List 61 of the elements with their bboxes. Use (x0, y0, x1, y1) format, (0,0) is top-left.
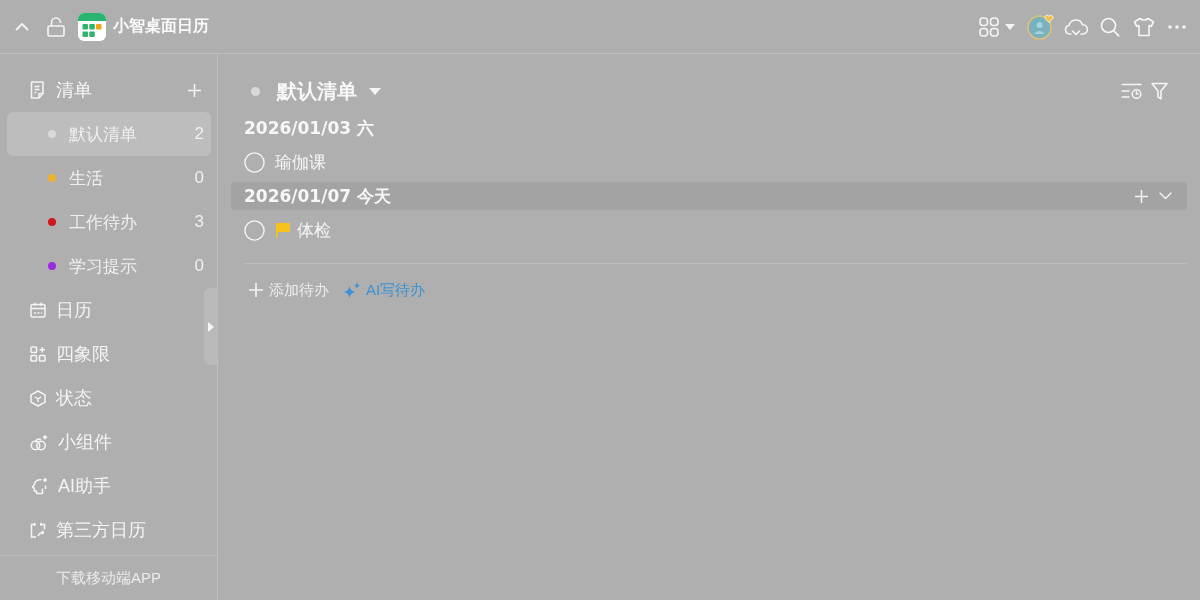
app-title: 小智桌面日历 (113, 16, 209, 36)
cube-icon (30, 389, 46, 407)
nav-item[interactable]: 状态 (7, 376, 204, 420)
list-name: 学习提示 (69, 255, 138, 278)
cloud-icon[interactable] (1064, 16, 1088, 37)
list-count: 0 (194, 256, 204, 276)
nav-label: 日历 (56, 299, 92, 322)
nav-label: 四象限 (56, 343, 110, 366)
list-count: 3 (194, 212, 204, 232)
list-item[interactable]: 工作待办 3 (7, 200, 211, 244)
calendar-icon (30, 302, 46, 318)
nav-label: 小组件 (58, 431, 112, 454)
app-logo-icon (78, 12, 106, 41)
plus-icon (249, 283, 263, 297)
date-label: 2026/01/03 六 (244, 116, 374, 140)
task-title[interactable]: 体检 (297, 218, 331, 242)
task-title[interactable]: 瑜伽课 (275, 150, 326, 174)
ai-head-icon (30, 477, 48, 495)
add-task-button[interactable]: 添加待办 (249, 280, 329, 300)
download-app-link[interactable]: 下载移动端APP (56, 568, 161, 588)
search-icon[interactable] (1100, 16, 1120, 37)
calendar-share-icon (30, 522, 46, 538)
list-item[interactable]: 学习提示 0 (7, 244, 211, 288)
sort-icon[interactable] (1121, 83, 1143, 99)
sparkle-icon (343, 281, 361, 299)
nav-item[interactable]: 日历 (7, 288, 204, 332)
nav-item[interactable]: AI助手 (7, 464, 204, 508)
document-icon (30, 81, 46, 99)
lock-icon[interactable] (47, 16, 65, 37)
nav-label: 第三方日历 (56, 519, 146, 542)
filter-icon[interactable] (1151, 82, 1168, 100)
quadrant-icon (30, 346, 46, 362)
chevron-up-icon[interactable] (15, 22, 29, 31)
task-checkbox[interactable] (244, 151, 265, 173)
list-name: 生活 (69, 167, 104, 190)
more-icon[interactable] (1168, 24, 1186, 29)
nav-label: AI助手 (58, 475, 111, 498)
list-item[interactable]: 生活 0 (7, 156, 211, 200)
widget-icon (30, 433, 48, 451)
caret-right-icon (207, 321, 214, 332)
plus-icon[interactable] (1135, 189, 1148, 203)
lists-heading: 清单 (56, 79, 93, 102)
list-count: 0 (194, 168, 204, 188)
avatar-icon[interactable] (1027, 13, 1055, 40)
ai-write-task-button[interactable]: AI写待办 (343, 280, 426, 300)
nav-label: 状态 (56, 387, 92, 410)
caret-icon[interactable] (1005, 23, 1015, 30)
grid-icon[interactable] (979, 16, 999, 37)
chevron-down-icon[interactable] (1159, 192, 1172, 200)
nav-item[interactable]: 第三方日历 (7, 508, 204, 552)
list-color-dot (251, 86, 260, 96)
nav-item[interactable]: 四象限 (7, 332, 204, 376)
caret-icon[interactable] (369, 87, 381, 95)
plus-icon[interactable] (188, 83, 201, 97)
list-title[interactable]: 默认清单 (277, 77, 357, 105)
nav-item[interactable]: 小组件 (7, 420, 204, 464)
list-name: 工作待办 (69, 211, 138, 234)
collapse-handle[interactable] (204, 288, 217, 365)
date-label: 2026/01/07 今天 (244, 184, 391, 208)
task-checkbox[interactable] (244, 219, 265, 241)
shirt-icon[interactable] (1133, 16, 1155, 37)
